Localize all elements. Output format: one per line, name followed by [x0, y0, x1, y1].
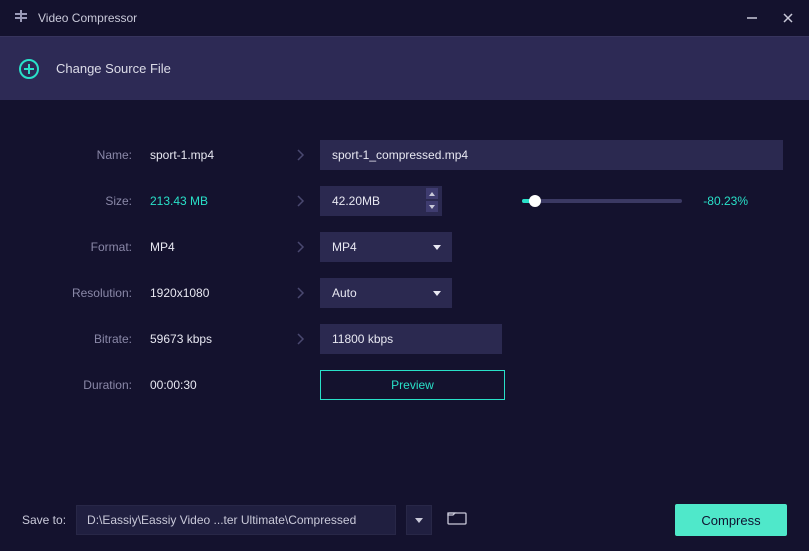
target-bitrate-input[interactable]: [320, 324, 502, 354]
format-dropdown[interactable]: MP4: [320, 232, 452, 262]
resolution-selected: Auto: [332, 286, 357, 300]
size-slider-thumb[interactable]: [529, 195, 541, 207]
caret-down-icon: [432, 286, 442, 300]
row-name: Name: sport-1.mp4: [26, 140, 783, 170]
save-path-display[interactable]: D:\Eassiy\Eassiy Video ...ter Ultimate\C…: [76, 505, 396, 535]
bitrate-value: 59673 kbps: [150, 332, 280, 346]
title-bar-left: Video Compressor: [14, 9, 137, 28]
size-percent: -80.23%: [694, 194, 748, 208]
preview-button[interactable]: Preview: [320, 370, 505, 400]
chevron-right-icon: [280, 286, 320, 300]
output-name-input[interactable]: [320, 140, 783, 170]
format-label: Format:: [26, 240, 150, 254]
compress-button[interactable]: Compress: [675, 504, 787, 536]
row-format: Format: MP4 MP4: [26, 232, 783, 262]
target-size-input[interactable]: [320, 186, 442, 216]
caret-down-icon: [432, 240, 442, 254]
close-button[interactable]: [781, 11, 795, 25]
plus-circle-icon: [18, 58, 40, 80]
resolution-label: Resolution:: [26, 286, 150, 300]
save-to-label: Save to:: [22, 513, 66, 527]
size-label: Size:: [26, 194, 150, 208]
name-label: Name:: [26, 148, 150, 162]
resolution-dropdown[interactable]: Auto: [320, 278, 452, 308]
target-size-field: [320, 186, 442, 216]
chevron-right-icon: [280, 148, 320, 162]
title-bar: Video Compressor: [0, 0, 809, 36]
bitrate-label: Bitrate:: [26, 332, 150, 346]
row-resolution: Resolution: 1920x1080 Auto: [26, 278, 783, 308]
duration-label: Duration:: [26, 378, 150, 392]
footer-bar: Save to: D:\Eassiy\Eassiy Video ...ter U…: [0, 489, 809, 551]
size-value: 213.43 MB: [150, 194, 280, 208]
size-slider-wrap: -80.23%: [522, 194, 783, 208]
resolution-value: 1920x1080: [150, 286, 280, 300]
size-step-up[interactable]: [426, 188, 438, 199]
row-size: Size: 213.43 MB -80.23%: [26, 186, 783, 216]
folder-icon: [447, 510, 467, 531]
name-value: sport-1.mp4: [150, 148, 280, 162]
save-path-text: D:\Eassiy\Eassiy Video ...ter Ultimate\C…: [87, 513, 356, 527]
chevron-right-icon: [280, 194, 320, 208]
main-form: Name: sport-1.mp4 Size: 213.43 MB -80.23…: [0, 100, 809, 400]
app-title: Video Compressor: [38, 11, 137, 25]
size-slider[interactable]: [522, 199, 682, 203]
duration-value: 00:00:30: [150, 378, 280, 392]
app-icon: [14, 9, 28, 28]
chevron-right-icon: [280, 240, 320, 254]
row-bitrate: Bitrate: 59673 kbps: [26, 324, 783, 354]
save-path-dropdown-button[interactable]: [406, 505, 432, 535]
open-folder-button[interactable]: [442, 505, 472, 535]
minimize-button[interactable]: [745, 11, 759, 25]
change-source-label: Change Source File: [56, 61, 171, 76]
chevron-right-icon: [280, 332, 320, 346]
format-selected: MP4: [332, 240, 357, 254]
size-step-down[interactable]: [426, 201, 438, 212]
format-value: MP4: [150, 240, 280, 254]
window-controls: [745, 11, 795, 25]
row-duration: Duration: 00:00:30 Preview: [26, 370, 783, 400]
change-source-row[interactable]: Change Source File: [0, 36, 809, 100]
